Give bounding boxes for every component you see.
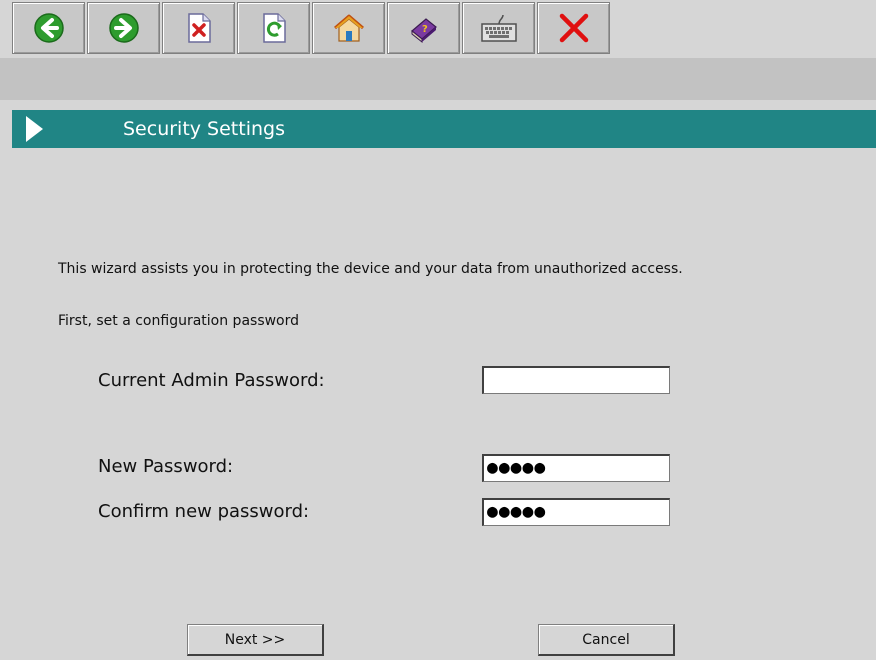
page-title: Security Settings <box>123 118 285 140</box>
toolbar: ? <box>12 2 610 58</box>
svg-text:?: ? <box>422 24 428 35</box>
keyboard-icon <box>480 14 517 42</box>
new-password-field[interactable]: ●●●●● <box>482 454 670 482</box>
confirm-password-label: Confirm new password: <box>98 501 310 522</box>
current-admin-password-label: Current Admin Password: <box>98 370 325 391</box>
title-arrow-icon <box>26 116 43 142</box>
keyboard-button[interactable] <box>462 2 535 54</box>
title-bar: Security Settings <box>12 110 876 148</box>
current-admin-password-field[interactable] <box>482 366 670 394</box>
back-arrow-icon <box>33 13 64 43</box>
back-button[interactable] <box>12 2 85 54</box>
forward-arrow-icon <box>108 13 139 43</box>
help-book-icon: ? <box>410 18 437 43</box>
intro-text: This wizard assists you in protecting th… <box>58 261 683 277</box>
help-button[interactable]: ? <box>387 2 460 54</box>
exit-button[interactable] <box>537 2 610 54</box>
close-document-icon <box>187 13 211 43</box>
toolbar-shelf <box>0 58 876 100</box>
subintro-text: First, set a configuration password <box>58 313 300 329</box>
cancel-button[interactable]: Cancel <box>538 624 675 656</box>
home-button[interactable] <box>312 2 385 54</box>
home-icon <box>333 14 364 42</box>
confirm-password-field[interactable]: ●●●●● <box>482 498 670 526</box>
exit-x-icon <box>559 13 588 43</box>
refresh-icon <box>262 13 286 43</box>
new-password-label: New Password: <box>98 456 234 477</box>
forward-button[interactable] <box>87 2 160 54</box>
close-document-button[interactable] <box>162 2 235 54</box>
next-button[interactable]: Next >> <box>187 624 324 656</box>
refresh-button[interactable] <box>237 2 310 54</box>
